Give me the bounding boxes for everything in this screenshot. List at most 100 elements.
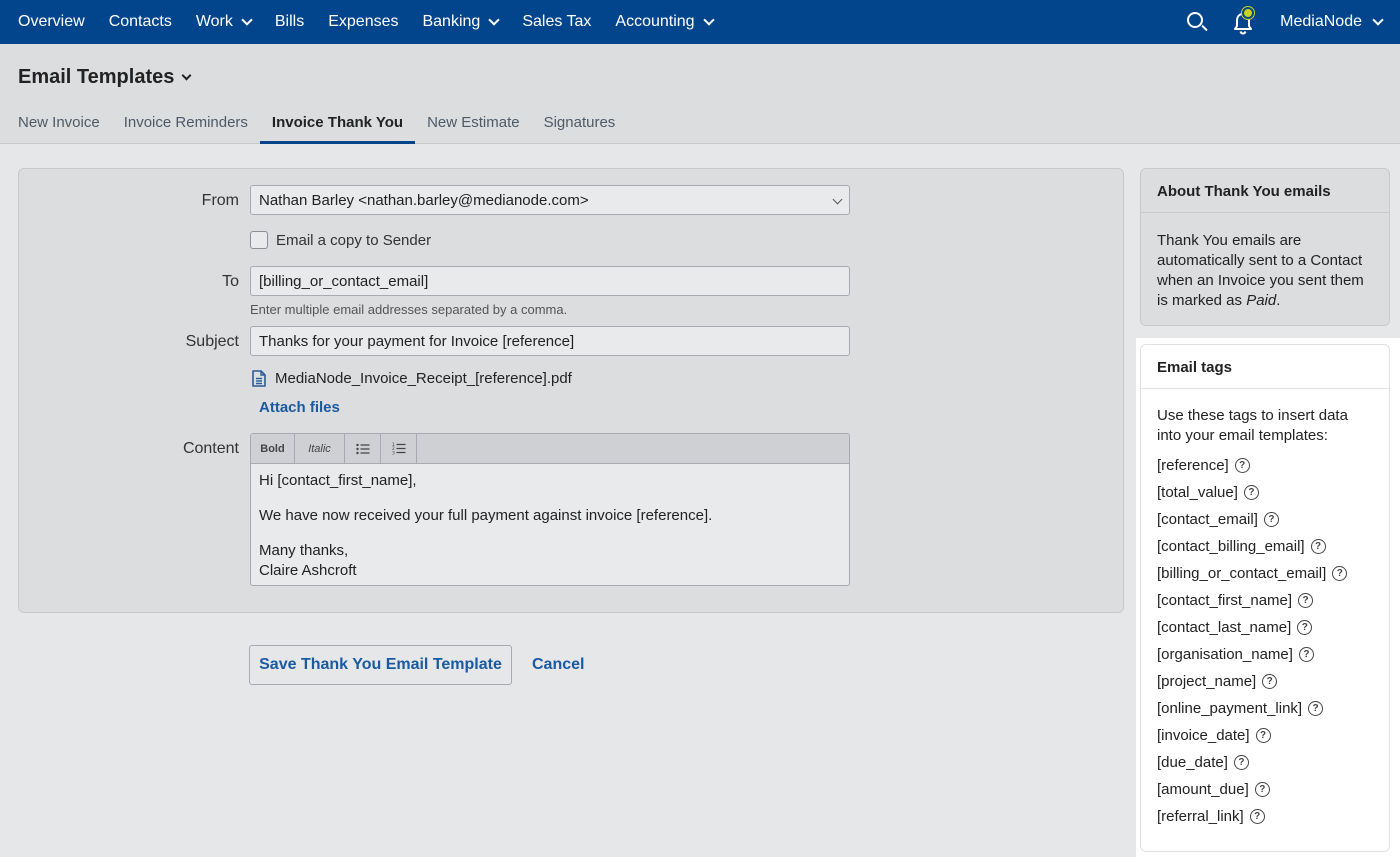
attachment-item[interactable]: MediaNode_Invoice_Receipt_[reference].pd… [252, 370, 572, 387]
tag-item: [total_value]? [1157, 479, 1373, 506]
tag-item: [project_name]? [1157, 668, 1373, 695]
chevron-down-icon [832, 194, 843, 205]
numbered-list-icon: 1 2 3 [392, 442, 405, 455]
tag-label: [amount_due] [1157, 781, 1249, 798]
page-title[interactable]: Email Templates [18, 66, 192, 89]
nav-accounting[interactable]: Accounting [615, 0, 715, 44]
about-title: About Thank You emails [1141, 169, 1389, 213]
tag-label: [online_payment_link] [1157, 700, 1303, 717]
content-line: Hi [contact_first_name], [259, 472, 417, 489]
org-menu[interactable]: MediaNode [1280, 13, 1384, 31]
nav-expenses[interactable]: Expenses [328, 0, 398, 44]
nav-item-label: Contacts [108, 13, 172, 30]
nav-item-label: Bills [274, 13, 305, 30]
to-hint: Enter multiple email addresses separated… [250, 302, 568, 317]
help-icon[interactable]: ? [1310, 539, 1326, 554]
document-icon [252, 370, 266, 387]
email-tags-title: Email tags [1141, 345, 1389, 389]
email-copy-checkbox[interactable] [250, 231, 268, 249]
help-icon[interactable]: ? [1308, 701, 1324, 716]
content-line: Claire Ashcroft [259, 562, 357, 579]
help-icon[interactable]: ? [1243, 485, 1259, 500]
chevron-down-icon [181, 70, 192, 81]
tag-item: [referral_link]? [1157, 803, 1373, 830]
top-nav: Overview Contacts Work Bills Expenses Ba… [0, 0, 1400, 44]
search-icon[interactable] [1186, 11, 1208, 33]
to-value: [billing_or_contact_email] [259, 273, 429, 290]
subject-value: Thanks for your payment for Invoice [ref… [259, 333, 575, 350]
tag-item: [online_payment_link]? [1157, 695, 1373, 722]
about-emphasis: Paid [1246, 292, 1277, 309]
tag-item: [contact_last_name]? [1157, 614, 1373, 641]
tab-new-estimate[interactable]: New Estimate [415, 112, 532, 144]
tag-label: [total_value] [1157, 484, 1238, 501]
email-copy-label[interactable]: Email a copy to Sender [276, 232, 431, 249]
nav-overview[interactable]: Overview [18, 0, 85, 44]
bell-icon[interactable] [1232, 7, 1256, 35]
tag-item: [organisation_name]? [1157, 641, 1373, 668]
from-label: From [201, 192, 239, 209]
subject-input[interactable]: Thanks for your payment for Invoice [ref… [250, 326, 850, 356]
chevron-down-icon [241, 14, 253, 26]
tab-invoice-reminders[interactable]: Invoice Reminders [112, 112, 260, 144]
nav-work[interactable]: Work [196, 0, 253, 44]
nav-item-label: Sales Tax [522, 13, 592, 30]
from-value: Nathan Barley <nathan.barley@medianode.c… [259, 192, 589, 209]
attach-files-link[interactable]: Attach files [259, 399, 340, 416]
chevron-down-icon [488, 14, 500, 26]
tag-label: [referral_link] [1157, 808, 1244, 825]
nav-banking[interactable]: Banking [422, 0, 500, 44]
numbered-list-button[interactable]: 1 2 3 [381, 434, 417, 463]
nav-item-label: Expenses [328, 13, 399, 30]
org-name: MediaNode [1280, 13, 1362, 30]
to-input[interactable]: [billing_or_contact_email] [250, 266, 850, 296]
help-icon[interactable]: ? [1249, 809, 1265, 824]
tag-label: [organisation_name] [1157, 646, 1293, 663]
content-line: We have now received your full payment a… [259, 507, 713, 524]
help-icon[interactable]: ? [1262, 674, 1278, 689]
tab-invoice-thank-you[interactable]: Invoice Thank You [259, 112, 416, 144]
tag-label: [contact_first_name] [1157, 592, 1293, 609]
content-editor[interactable]: Bold Italic 1 2 3 Hi [contact_first_name… [250, 433, 850, 586]
page-header: Email Templates New Invoice Invoice Remi… [0, 44, 1400, 144]
about-body: Thank You emails are automatically sent … [1141, 213, 1389, 311]
tag-label: [reference] [1157, 457, 1229, 474]
bold-button[interactable]: Bold [251, 434, 295, 463]
help-icon[interactable]: ? [1297, 620, 1313, 635]
email-tags-box: Email tags Use these tags to insert data… [1140, 344, 1390, 852]
subject-label: Subject [185, 333, 239, 350]
help-icon[interactable]: ? [1332, 566, 1348, 581]
tag-label: [billing_or_contact_email] [1157, 565, 1327, 582]
help-icon[interactable]: ? [1263, 512, 1279, 527]
italic-button[interactable]: Italic [295, 434, 345, 463]
bullet-list-button[interactable] [345, 434, 381, 463]
tag-label: [contact_email] [1157, 511, 1258, 528]
tab-new-invoice[interactable]: New Invoice [0, 112, 112, 144]
help-icon[interactable]: ? [1233, 755, 1249, 770]
help-icon[interactable]: ? [1298, 647, 1314, 662]
help-icon[interactable]: ? [1255, 728, 1271, 743]
help-icon[interactable]: ? [1234, 458, 1250, 473]
page-title-text: Email Templates [18, 66, 175, 88]
tag-label: [project_name] [1157, 673, 1257, 690]
help-icon[interactable]: ? [1298, 593, 1314, 608]
help-icon[interactable]: ? [1254, 782, 1270, 797]
search-icon-handle [1201, 24, 1208, 32]
tag-label: [contact_billing_email] [1157, 538, 1305, 555]
editor-content[interactable]: Hi [contact_first_name], We have now rec… [251, 464, 849, 585]
nav-contacts[interactable]: Contacts [109, 0, 172, 44]
tab-signatures[interactable]: Signatures [532, 112, 628, 144]
tag-label: [due_date] [1157, 754, 1228, 771]
save-template-button[interactable]: Save Thank You Email Template [249, 645, 512, 685]
cancel-link[interactable]: Cancel [532, 656, 584, 674]
nav-bills[interactable]: Bills [275, 0, 304, 44]
editor-toolbar: Bold Italic 1 2 3 [251, 434, 849, 464]
nav-right: MediaNode [1186, 0, 1400, 44]
from-select[interactable]: Nathan Barley <nathan.barley@medianode.c… [250, 185, 850, 215]
email-form-card: From Nathan Barley <nathan.barley@median… [18, 168, 1124, 613]
attachment-name: MediaNode_Invoice_Receipt_[reference].pd… [275, 370, 572, 387]
nav-sales-tax[interactable]: Sales Tax [522, 0, 591, 44]
content-label: Content [182, 440, 239, 457]
tag-list: [reference]? [total_value]? [contact_ema… [1141, 446, 1389, 830]
email-tags-intro: Use these tags to insert data into your … [1157, 407, 1348, 444]
